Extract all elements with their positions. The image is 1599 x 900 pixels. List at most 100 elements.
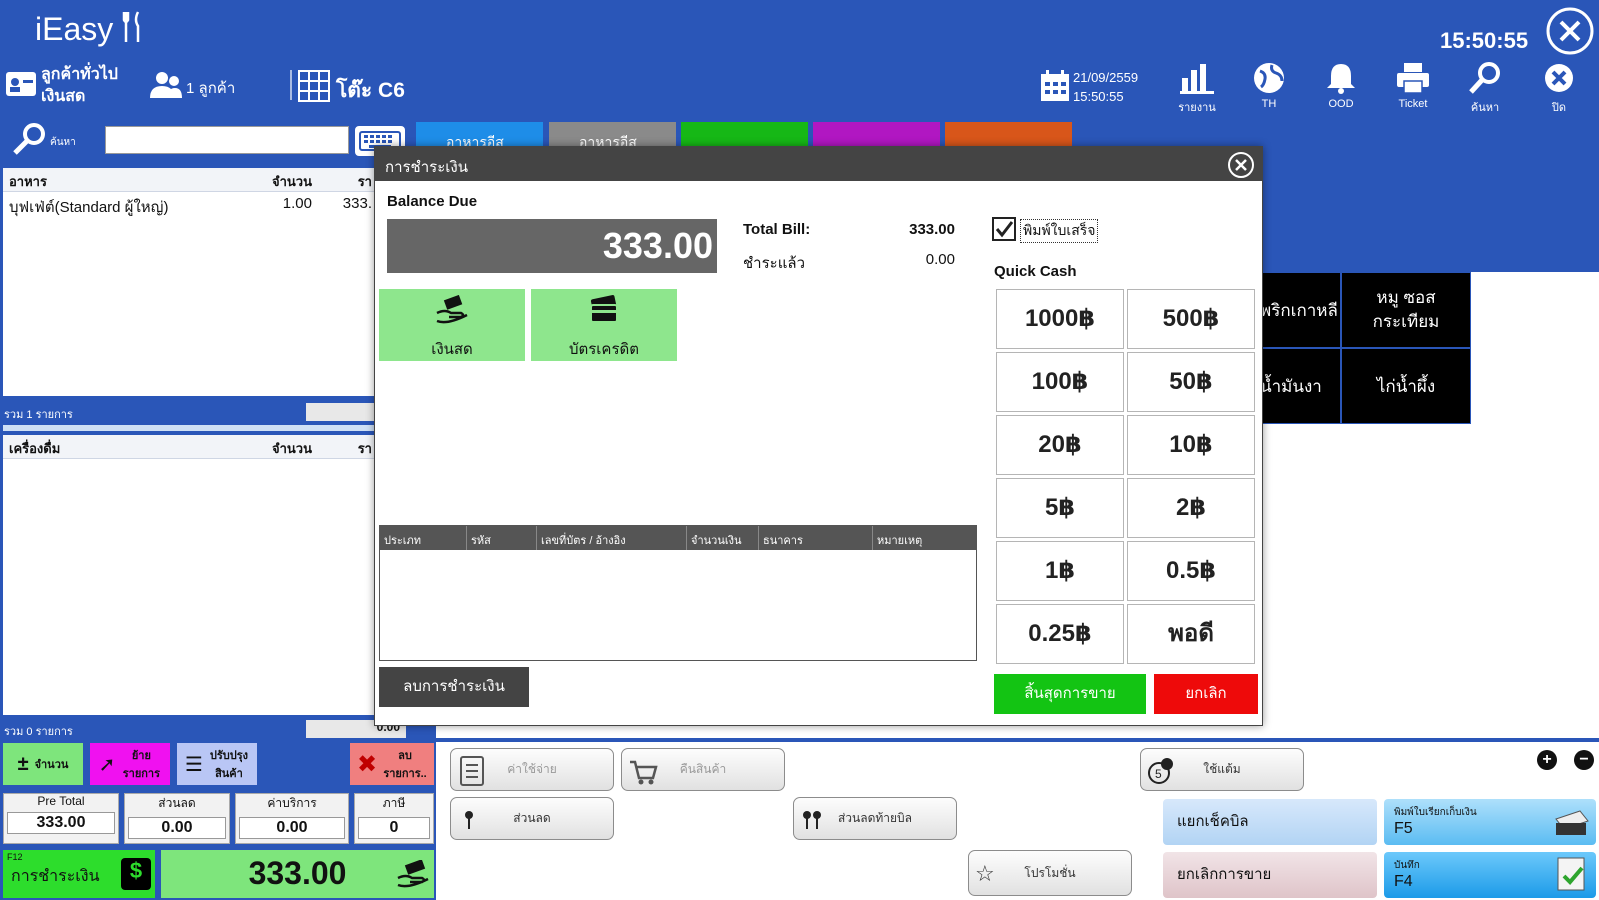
plus-minus-icon: ±: [17, 752, 29, 775]
dialog-header: การชำระเงิน: [375, 147, 1262, 181]
category-tab[interactable]: [945, 122, 1072, 146]
payment-button[interactable]: F12 การชำระเงิน $: [3, 850, 155, 898]
search-label: ค้นหา: [50, 137, 76, 148]
globe-icon: [1234, 58, 1304, 98]
total-bill-value: 333.00: [909, 221, 955, 238]
table-row[interactable]: บุฟเฟ่ต์(Standard ผู้ใหญ่) 1.00 333.: [3, 192, 401, 216]
save-document-icon: [1556, 856, 1588, 899]
zoom-out-icon[interactable]: −: [1574, 750, 1594, 770]
bill-discount-button[interactable]: ส่วนลดท้ายบิล: [793, 797, 957, 840]
close-icon[interactable]: [1227, 151, 1255, 184]
ood-button[interactable]: OOD: [1306, 58, 1376, 118]
quick-cash-button[interactable]: 500฿: [1127, 289, 1255, 349]
quick-cash-button[interactable]: 0.5฿: [1127, 541, 1255, 601]
quick-cash-button[interactable]: 1฿: [996, 541, 1124, 601]
search-button[interactable]: ค้นหา: [1450, 58, 1520, 118]
move-item-button[interactable]: ➚ ย้าย รายการ: [90, 743, 170, 785]
arrow-icon: ➚: [98, 753, 116, 776]
balance-due-label: Balance Due: [387, 193, 478, 210]
customer-name[interactable]: ลูกค้าทั่วไป เงินสด: [41, 64, 118, 108]
report-icon: [1162, 58, 1232, 98]
quick-cash-button[interactable]: 1000฿: [996, 289, 1124, 349]
finish-sale-button[interactable]: สิ้นสุดการขาย: [994, 674, 1146, 714]
customer-count[interactable]: 1 ลูกค้า: [186, 76, 235, 100]
quick-cash-button[interactable]: 0.25฿: [996, 604, 1124, 664]
total-bill-label: Total Bill:: [743, 221, 811, 238]
category-tab[interactable]: [813, 122, 940, 146]
payments-table[interactable]: ประเภท รหัส เลขที่บัตร / อ้างอิง จำนวนเง…: [379, 525, 977, 661]
quick-cash-button[interactable]: 50฿: [1127, 352, 1255, 412]
split-bill-button[interactable]: แยกเช็คบิล: [1163, 799, 1377, 845]
use-points-button[interactable]: 5 ใช้แต้ม: [1140, 748, 1304, 791]
remove-payment-button[interactable]: ลบการชำระเงิน: [379, 667, 529, 707]
expense-button[interactable]: ค่าใช้จ่าย: [450, 748, 614, 791]
return-button[interactable]: คืนสินค้า: [621, 748, 785, 791]
cancel-sale-button[interactable]: ยกเลิกการขาย: [1163, 852, 1377, 898]
quantity-button[interactable]: ± จำนวน: [3, 743, 83, 785]
cart-return-icon: [628, 756, 658, 789]
category-tab[interactable]: อาหารอีส: [549, 122, 676, 150]
search-icon[interactable]: [12, 122, 48, 161]
cash-hand-icon: [397, 859, 429, 893]
cash-hand-icon: [379, 289, 525, 329]
paid-label: ชำระแล้ว: [743, 255, 805, 272]
search-input[interactable]: [105, 126, 349, 154]
cash-payment-button[interactable]: เงินสด: [379, 289, 525, 361]
payment-dialog: การชำระเงิน Balance Due 333.00 Total Bil…: [374, 146, 1263, 726]
food-summary: รวม 1 รายการ33: [0, 401, 436, 423]
credit-card-button[interactable]: บัตรเครดิต: [531, 289, 677, 361]
delete-item-button[interactable]: ✖ ลบ รายการ..: [350, 743, 434, 785]
discount-total: ส่วนลด 0.00: [124, 793, 230, 844]
customers-icon: [150, 70, 182, 105]
language-button[interactable]: TH: [1234, 58, 1304, 118]
promotion-button[interactable]: ☆ โปรโมชั่น: [968, 850, 1132, 896]
adjust-product-button[interactable]: ☰ ปรับปรุง สินค้า: [177, 743, 257, 785]
quick-cash-button[interactable]: 2฿: [1127, 478, 1255, 538]
discount-button[interactable]: ส่วนลด: [450, 797, 614, 840]
points-badge-icon: 5: [1147, 757, 1175, 788]
bell-icon: [1306, 58, 1376, 98]
pin-icon: [463, 810, 475, 833]
search-icon: [1450, 58, 1520, 98]
quick-cash-button[interactable]: 20฿: [996, 415, 1124, 475]
app-logo: iEasy: [35, 10, 144, 48]
print-bill-button[interactable]: พิมพ์ใบเรียกเก็บเงิน F5: [1384, 799, 1596, 845]
credit-card-icon: [531, 289, 677, 329]
table-label[interactable]: โต๊ะ C6: [336, 74, 405, 107]
print-receipt-label[interactable]: พิมพ์ใบเสร็จ: [1020, 219, 1099, 243]
document-icon: [459, 756, 485, 789]
pins-icon: [802, 810, 822, 833]
drink-summary: รวม 0 รายการ 0.00: [0, 718, 436, 740]
save-button[interactable]: บันทึก F4: [1384, 852, 1596, 898]
quick-cash-button[interactable]: 100฿: [996, 352, 1124, 412]
quick-cash-label: Quick Cash: [994, 263, 1077, 280]
menu-item[interactable]: หมู ซอสกระเทียม: [1341, 272, 1471, 348]
quick-cash-button[interactable]: 10฿: [1127, 415, 1255, 475]
table-grid-icon: [298, 70, 330, 107]
close-icon: [1524, 58, 1594, 98]
exit-button[interactable]: ปิด: [1524, 58, 1594, 118]
exact-amount-button[interactable]: พอดี: [1127, 604, 1255, 664]
star-icon: ☆: [975, 861, 995, 886]
cancel-button[interactable]: ยกเลิก: [1154, 674, 1258, 714]
quick-cash-button[interactable]: 5฿: [996, 478, 1124, 538]
payments-table-header: ประเภท รหัส เลขที่บัตร / อ้างอิง จำนวนเง…: [380, 526, 976, 550]
category-tab[interactable]: [681, 122, 808, 146]
svg-text:5: 5: [1155, 767, 1162, 781]
food-grid[interactable]: อาหาร จำนวน รา บุฟเฟ่ต์(Standard ผู้ใหญ่) 1…: [3, 168, 401, 396]
customer-card-icon: [5, 70, 37, 103]
printer-icon: [1378, 58, 1448, 98]
zoom-in-icon[interactable]: +: [1537, 750, 1557, 770]
service-charge: ค่าบริการ 0.00: [235, 793, 349, 844]
close-icon[interactable]: [1545, 6, 1595, 61]
date-time: 21/09/2559 15:50:55: [1073, 70, 1139, 104]
pre-total: Pre Total 333.00: [3, 793, 119, 844]
report-button[interactable]: รายงาน: [1162, 58, 1232, 118]
category-tab[interactable]: อาหารอีส: [416, 122, 543, 150]
print-receipt-checkbox[interactable]: [992, 217, 1016, 241]
payment-amount[interactable]: 333.00: [161, 850, 434, 898]
drink-grid[interactable]: เครื่องดื่ม จำนวน รา: [3, 435, 401, 715]
menu-item[interactable]: ไก่น้ำผึ้ง: [1341, 348, 1471, 424]
ticket-button[interactable]: Ticket: [1378, 58, 1448, 118]
printer-icon: [1552, 805, 1590, 844]
